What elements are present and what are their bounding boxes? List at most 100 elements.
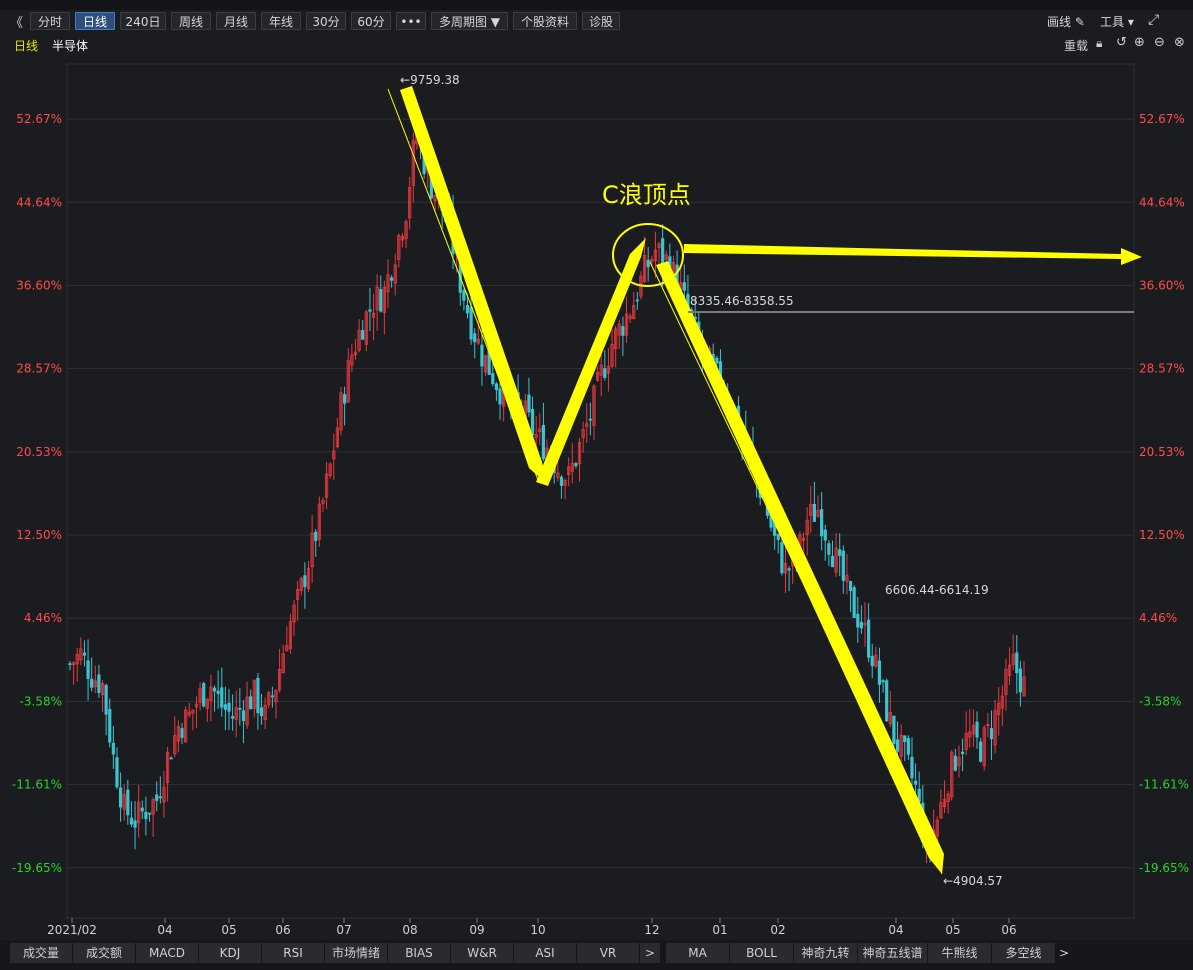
indicator-tab[interactable]: ASI	[514, 943, 577, 963]
indicator-tab[interactable]: RSI	[262, 943, 325, 963]
y-tick-label: 20.53%	[1139, 445, 1185, 459]
candle-body	[541, 425, 545, 460]
candle-body	[216, 690, 220, 694]
indicator-tab[interactable]: 神奇九转	[794, 943, 858, 963]
candle-body	[498, 388, 502, 405]
candle-body	[469, 306, 473, 340]
stock-info-button[interactable]: 个股资料	[513, 12, 577, 30]
candle-body	[465, 305, 470, 314]
indicator-tab[interactable]: 牛熊线	[928, 943, 992, 963]
candle-body	[494, 383, 499, 391]
pencil-icon: ✎	[1074, 15, 1085, 29]
indicator-tab[interactable]: W&R	[451, 943, 514, 963]
x-tick-label: 06	[1001, 923, 1016, 937]
candle-body	[603, 368, 607, 378]
candle-body	[104, 684, 108, 715]
diagnose-button[interactable]: 诊股	[582, 12, 620, 30]
candle-body	[212, 687, 217, 692]
period-button[interactable]: 240日	[120, 12, 166, 30]
candle-body	[169, 757, 173, 760]
candle-body	[588, 418, 592, 421]
indicator-tab[interactable]: 神奇五线谱	[858, 943, 928, 963]
tabs-scroll-right-icon[interactable]: >	[640, 943, 661, 963]
y-tick-label: 44.64%	[1139, 195, 1185, 209]
candle-body	[220, 687, 224, 708]
candle-body	[202, 683, 206, 707]
indicator-tab[interactable]: MA	[666, 943, 730, 963]
candle-body	[86, 660, 90, 679]
y-tick-label: 52.67%	[1139, 112, 1185, 126]
candle-body	[881, 680, 885, 683]
y-axis-right: 52.67% 44.64% 36.60% 28.57% 20.53% 12.50% 4.46…	[1139, 112, 1189, 875]
tabs-scroll-right-icon[interactable]: >	[1056, 943, 1073, 963]
zoom-out-icon[interactable]: ⊖	[1154, 35, 1165, 50]
candle-body	[158, 796, 162, 799]
arrow-down-1	[400, 86, 547, 484]
x-tick-label: 09	[469, 923, 484, 937]
candle-body	[256, 677, 260, 714]
candle-body	[895, 739, 900, 752]
period-button[interactable]: 分时	[30, 12, 70, 30]
draw-line-button[interactable]: 画线 ✎	[1047, 13, 1085, 30]
subheader-bar	[0, 35, 1193, 52]
indicator-tab[interactable]: MACD	[136, 943, 199, 963]
x-tick-label: 06	[275, 923, 290, 937]
period-button[interactable]: 30分	[306, 12, 346, 30]
indicator-tab[interactable]: VR	[577, 943, 640, 963]
indicator-tab[interactable]: 多空线	[992, 943, 1056, 963]
candle-body	[527, 394, 531, 413]
arrow-up	[536, 238, 646, 486]
y-tick-label: 36.60%	[16, 279, 62, 293]
indicator-tab[interactable]: 成交额	[73, 943, 136, 963]
period-button[interactable]: 60分	[351, 12, 391, 30]
zoom-in-icon[interactable]: ⊕	[1134, 35, 1145, 50]
y-axis-left: 52.67% 44.64% 36.60% 28.57% 20.53% 12.50% 4.46…	[12, 112, 62, 875]
period-button-active[interactable]: 日线	[75, 12, 115, 30]
annotations: ←9759.38 ←4904.57 C浪顶点 8335.46-8358.55 6…	[387, 73, 1142, 888]
candle-body	[830, 555, 835, 568]
indicator-tab[interactable]: BIAS	[388, 943, 451, 963]
fullscreen-icon[interactable]: ⤢	[1148, 12, 1159, 28]
candle-body	[223, 704, 227, 710]
y-tick-label: 4.46%	[24, 611, 62, 625]
more-icon[interactable]: •••	[396, 12, 426, 30]
x-tick-label: 08	[402, 923, 417, 937]
y-tick-label: 52.67%	[16, 112, 62, 126]
candle-body	[838, 549, 842, 556]
candle-body	[848, 581, 853, 592]
candle-body	[238, 707, 242, 710]
y-tick-label: -19.65%	[12, 861, 62, 875]
y-tick-label: 12.50%	[1139, 528, 1185, 542]
candle-body	[852, 587, 856, 618]
indicator-tab[interactable]: 成交量	[10, 943, 73, 963]
indicator-tab[interactable]: BOLL	[730, 943, 794, 963]
candle-body	[259, 707, 264, 717]
period-button[interactable]: 月线	[216, 12, 256, 30]
period-button[interactable]: 年线	[261, 12, 301, 30]
candle-body	[97, 674, 101, 693]
candle-body	[906, 738, 910, 755]
close-icon[interactable]: ⊗	[1174, 35, 1185, 50]
undo-icon[interactable]: ↺	[1116, 35, 1127, 50]
indicator-tab[interactable]: 市场情绪	[325, 943, 388, 963]
x-tick-label: 02	[770, 923, 785, 937]
candle-body	[635, 299, 639, 302]
candle-body	[343, 394, 347, 404]
candle-body	[979, 741, 983, 762]
candle-body	[390, 277, 394, 281]
candlestick-chart[interactable]: 52.67% 44.64% 36.60% 28.57% 20.53% 12.50% 4.46…	[0, 52, 1193, 940]
x-tick-label: 2021/02	[47, 923, 97, 937]
y-tick-label: 28.57%	[16, 362, 62, 376]
collapse-left-icon[interactable]: 《	[10, 12, 23, 31]
multi-period-dropdown[interactable]: 多周期图 ▼	[431, 12, 508, 30]
window-top-strip	[0, 0, 1193, 10]
indicator-tab[interactable]: KDJ	[199, 943, 262, 963]
y-tick-label: -3.58%	[20, 694, 62, 708]
tools-dropdown[interactable]: 工具 ▾	[1100, 13, 1134, 30]
candle-body	[118, 787, 123, 808]
y-tick-label: 44.64%	[16, 195, 62, 209]
lock-icon[interactable]: 🔒︎	[1096, 36, 1102, 51]
y-tick-label: -19.65%	[1139, 861, 1189, 875]
candle-body	[133, 820, 137, 828]
period-button[interactable]: 周线	[171, 12, 211, 30]
